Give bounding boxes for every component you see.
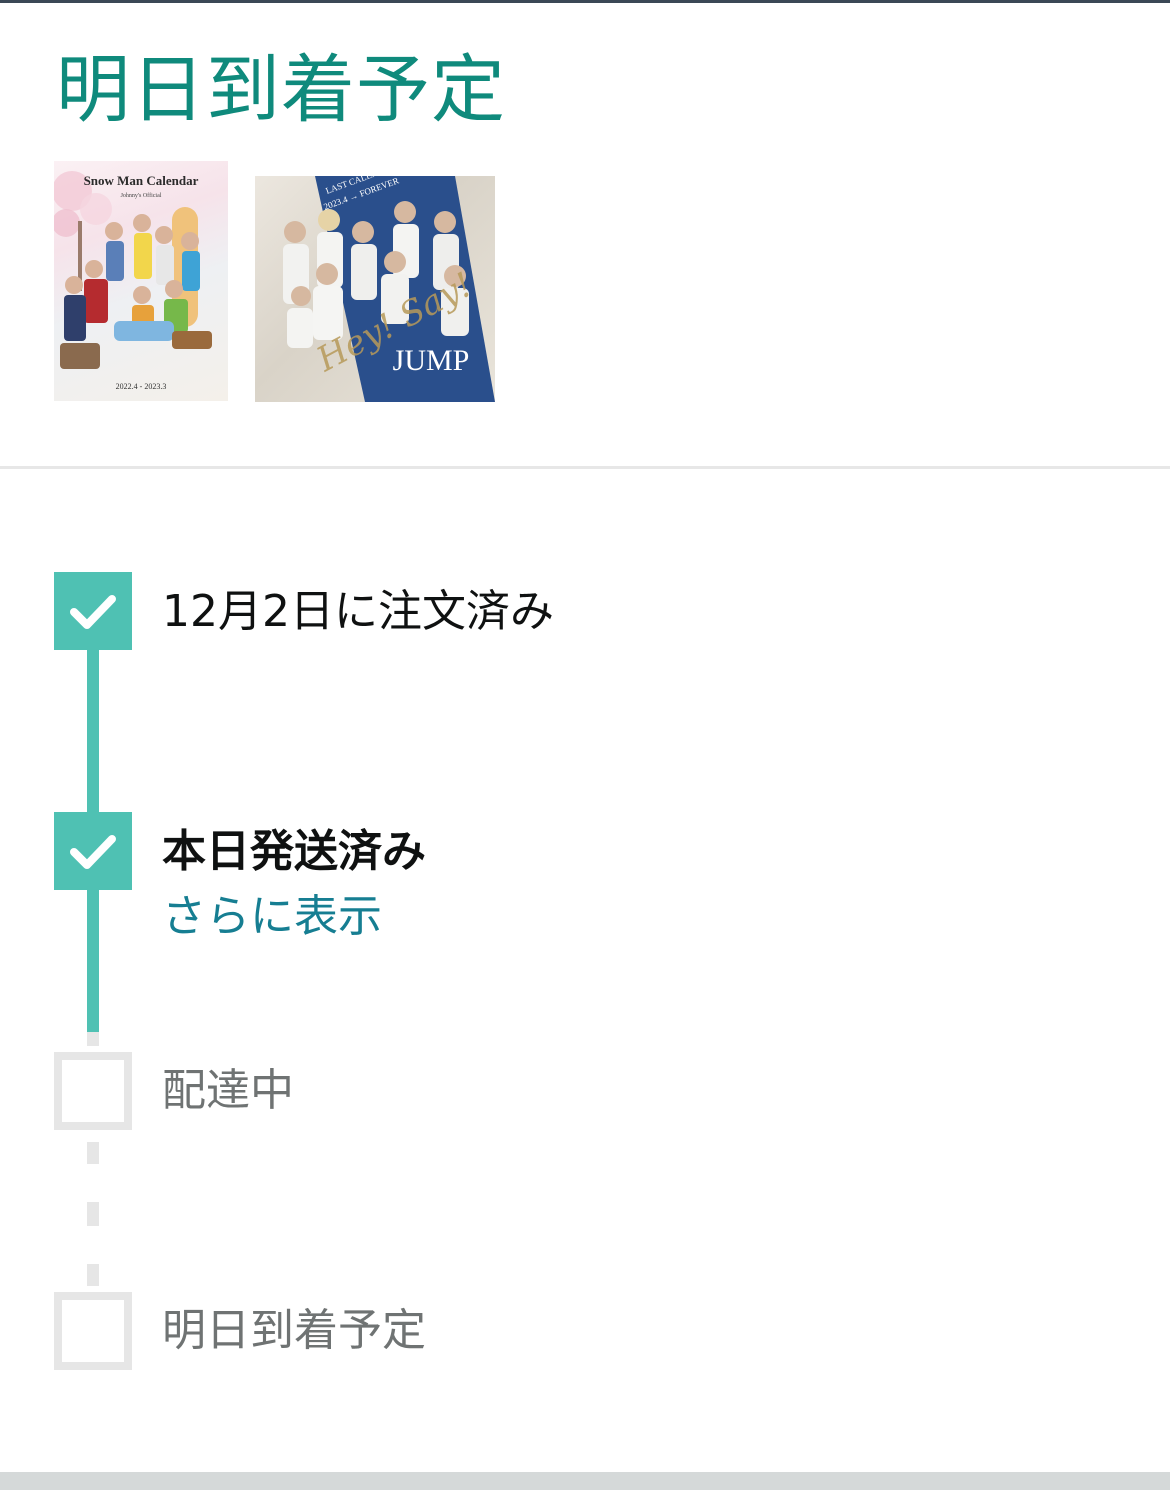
step-in-transit-checkbox (54, 1052, 132, 1130)
cover-subtitle-text: Johnny's Official (121, 192, 162, 199)
progress-line-complete-1 (87, 648, 99, 814)
calendar-cover-image-2: Hey! Say! JUMP LAST CALENDAR 2023.4 → FO… (283, 176, 495, 402)
section-divider (0, 466, 1170, 469)
checkmark-icon (70, 595, 116, 629)
step-shipped-checkbox (54, 812, 132, 890)
show-more-link[interactable]: さらに表示 (162, 890, 382, 944)
bottom-bar (0, 1472, 1170, 1490)
product-thumbnail-1[interactable]: Snow Man Calendar Johnny's Official 2022… (54, 161, 228, 401)
step-ordered-checkbox (54, 572, 132, 650)
step-ordered-label: 12月2日に注文済み (162, 586, 554, 637)
progress-line-pending-dash (87, 1264, 99, 1286)
cover-dates-text: 2022.4 - 2023.3 (116, 382, 167, 391)
cover-logo-text: JUMP (393, 344, 470, 377)
progress-line-pending-dash (87, 1202, 99, 1226)
cover-title-text: Snow Man Calendar (84, 173, 199, 188)
progress-line-complete-2 (87, 888, 99, 1032)
product-thumbnail-2[interactable]: Hey! Say! JUMP LAST CALENDAR 2023.4 → FO… (255, 176, 495, 402)
top-border (0, 0, 1170, 3)
step-arrival-label: 明日到着予定 (162, 1305, 426, 1356)
step-shipped-label: 本日発送済み (162, 826, 426, 877)
step-arrival-checkbox (54, 1292, 132, 1370)
checkmark-icon (70, 835, 116, 869)
calendar-cover-image-1: Snow Man Calendar Johnny's Official 2022… (54, 171, 212, 391)
step-in-transit-label: 配達中 (162, 1065, 294, 1116)
delivery-status-title: 明日到着予定 (56, 47, 506, 133)
progress-line-pending-dash (87, 1142, 99, 1164)
progress-line-pending-dash (87, 1032, 99, 1046)
